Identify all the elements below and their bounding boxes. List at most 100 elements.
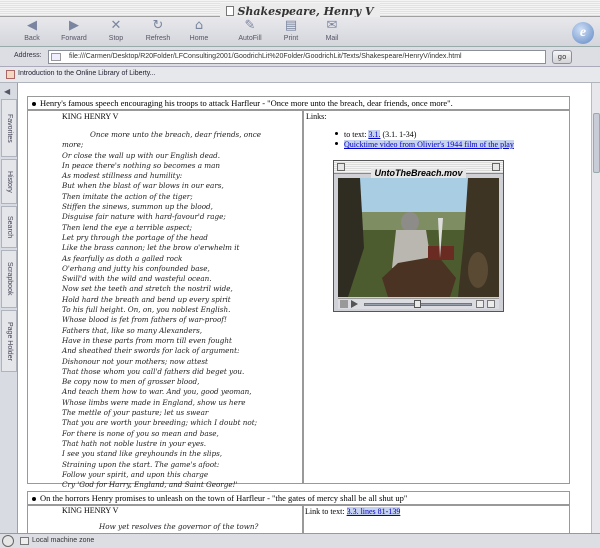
video-still [338,178,499,297]
tab-page-holder[interactable]: Page Holder [1,310,17,372]
speech-line: Hold hard the breath and bend up every s… [62,294,231,304]
speech-line: Follow your spirit, and upon this charge [62,469,209,479]
stop-button[interactable]: ✕ Stop [94,18,138,43]
speech-text: Once more unto the breach, dear friends,… [62,130,261,490]
scrubber-knob[interactable] [414,300,421,308]
mail-icon: ✉ [326,18,338,33]
back-button[interactable]: ◀ Back [10,18,54,43]
refresh-icon: ↻ [152,18,164,33]
forward-button[interactable]: ▶ Forward [52,18,96,43]
step-back-icon[interactable] [476,300,484,308]
speech-line: Once more unto the breach, dear friends,… [90,130,262,139]
address-field[interactable]: file:///Carmen/Desktop/R20Folder/LFConsu… [48,50,546,64]
movie-title-bar[interactable]: UntoTheBreach.mov [334,161,503,178]
computer-icon [20,537,29,545]
refresh-label: Refresh [145,35,171,42]
speech-line: Fathers that, like so many Alexanders, [62,325,203,335]
speech-line: I see you stand like greyhounds in the s… [62,449,223,459]
text-link-prefix: to text: [344,130,369,139]
link-prefix-2: Link to text: [305,507,347,516]
section1-heading-text: Henry's famous speech encouraging his tr… [40,98,453,108]
speech-line: Disguise fair nature with hard-favour'd … [62,212,226,222]
speech-line: Whose blood is fet from fathers of war-p… [62,315,227,325]
speech-line: That those whom you call'd fathers did b… [62,366,245,376]
step-forward-icon[interactable] [487,300,495,308]
speech-line: Cry 'God for Harry, England, and Saint G… [62,480,238,490]
list-item-video-link: Quicktime video from Olivier's 1944 film… [335,140,514,150]
speech-line: Whose limbs were made in England, show u… [62,397,246,407]
window-title-bar[interactable]: Shakespeare, Henry V [0,0,600,20]
go-button[interactable]: go [552,50,572,64]
speech-line: Let pry through the portage of the head [62,232,208,242]
video-link[interactable]: Quicktime video from Olivier's 1944 film… [344,140,514,149]
autofill-label: AutoFill [238,35,262,42]
status-bar: Local machine zone [0,533,600,548]
speech-line: Now set the teeth and stretch the nostri… [62,284,233,294]
text-link[interactable]: 3.1. [368,130,381,139]
home-button[interactable]: ⌂ Home [177,18,221,43]
stop-icon: ✕ [110,18,122,33]
collapse-arrow-icon[interactable]: ◀ [4,87,10,96]
video-frame[interactable] [338,178,499,297]
speech-line: As modest stillness and humility: [62,171,183,181]
speech-line: more; [62,140,84,150]
address-label: Address: [14,52,42,59]
speech-line: But when the blast of war blows in our e… [62,181,224,191]
refresh-button[interactable]: ↻ Refresh [136,18,180,43]
speech-line: For there is none of you so mean and bas… [62,428,219,438]
speech-line: That hath not noble lustre in your eyes. [62,438,207,448]
tab-scrapbook[interactable]: Scrapbook [1,250,17,308]
tab-history[interactable]: History [1,159,17,204]
home-label: Home [189,35,209,42]
favorite-link[interactable]: Introduction to the Online Library of Li… [18,70,156,77]
explorer-logo-icon[interactable]: e [572,22,594,44]
link-line-2: Link to text: 3.3. lines 81-139 [305,506,401,517]
file-icon [51,53,61,61]
text-link-suffix: (3.1. 1-34) [380,130,417,139]
speech-line: Then lend the eye a terrible aspect; [62,222,193,232]
speech-line: Straining upon the start. The game's afo… [62,459,220,469]
speech-line: Stiffen the sinews, summon up the blood, [62,202,213,212]
speech-line: And teach them how to war. And you, good… [62,387,252,397]
print-button[interactable]: ▤ Print [269,18,313,43]
speaker-name: KING HENRY V [62,112,119,121]
bullet-icon [335,132,338,135]
speech-line: Or close the wall up with our English de… [62,150,221,160]
mail-button[interactable]: ✉ Mail [310,18,354,43]
print-label: Print [283,35,299,42]
bullet-icon [335,142,338,145]
autofill-button[interactable]: ✎ AutoFill [228,18,272,43]
volume-icon[interactable] [340,300,348,308]
vertical-scrollbar[interactable] [591,83,600,533]
close-box-icon[interactable] [337,163,345,171]
tab-search[interactable]: Search [1,206,17,248]
speech-line: And sheathed their swords for lack of ar… [62,346,240,356]
zoom-box-icon[interactable] [492,163,500,171]
links-title: Links: [306,112,327,121]
stop-label: Stop [108,35,124,42]
text-link-2[interactable]: 3.3. lines 81-139 [346,507,401,516]
document-icon [226,6,235,16]
speech-line: In peace there's nothing so becomes a ma… [62,160,221,170]
speech-line: Have in these parts from morn till even … [62,335,232,345]
movie-controls [338,298,499,309]
scrollbar-thumb[interactable] [593,113,600,173]
speaker-name-2: KING HENRY V [62,506,119,515]
bullet-icon [32,497,36,501]
speech-line: Be copy now to men of grosser blood, [62,377,200,387]
list-item-text-link: to text: 3.1. (3.1. 1-34) [335,130,416,140]
movie-window[interactable]: UntoTheBreach.mov [333,160,504,312]
play-icon[interactable] [351,300,358,308]
section2-heading-text: On the horrors Henry promises to unleash… [40,493,408,503]
tab-favorites[interactable]: Favorites [1,99,17,157]
back-label: Back [24,35,40,42]
address-bar: Address: file:///Carmen/Desktop/R20Folde… [0,47,600,67]
forward-arrow-icon: ▶ [69,18,79,33]
forward-label: Forward [61,35,87,42]
favorites-bar: Introduction to the Online Library of Li… [0,67,600,83]
mail-label: Mail [325,35,339,42]
back-arrow-icon: ◀ [27,18,37,33]
speech-line: Like the brass cannon; let the brow o'er… [62,243,240,253]
resize-grip-icon[interactable] [2,535,14,547]
speech-line: As fearfully as doth a galled rock [62,253,183,263]
